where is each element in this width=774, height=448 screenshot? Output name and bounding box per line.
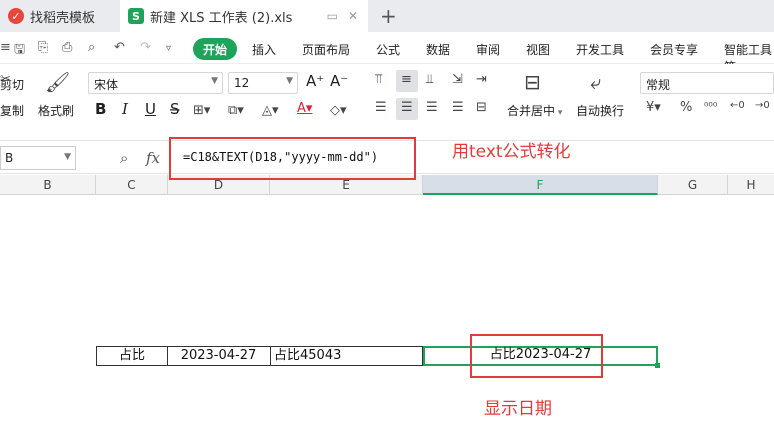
result-highlight-box [470, 334, 603, 378]
align-bottom-icon[interactable]: ⫫ [426, 72, 433, 87]
chevron-down-icon: ▼ [211, 76, 218, 86]
font-size-select[interactable]: 12 ▼ [228, 72, 298, 94]
menu-home[interactable]: 开始 [193, 38, 237, 60]
merge-center-icon[interactable]: ⊟ [524, 70, 541, 94]
align-right-icon[interactable]: ☰ [426, 100, 438, 115]
cut-button[interactable]: 剪切 [0, 76, 24, 93]
strikethrough-button[interactable]: S̶ [170, 100, 180, 118]
menu-icon[interactable]: ≡ [0, 40, 11, 55]
indent-icon[interactable]: ⇥ [476, 72, 487, 87]
close-tab-icon[interactable]: ✕ [348, 9, 358, 23]
cell-c18[interactable]: 占比 [96, 346, 168, 366]
column-header-c[interactable]: C [96, 175, 168, 195]
merge-center-button[interactable]: 合并居中 ▾ [507, 102, 562, 119]
daoke-logo-icon: ✓ [8, 8, 24, 24]
name-box[interactable]: B ▼ [0, 146, 76, 170]
menu-data[interactable]: 数据 [426, 41, 450, 58]
menu-bar: ≡ 🖫 ⎘ ⎙ ⌕ ↶ ↷ ▿ 开始 插入 页面布局 公式 数据 审阅 视图 开… [0, 32, 774, 74]
format-painter-icon[interactable]: 🖌 [45, 70, 70, 94]
chevron-down-icon: ▼ [64, 152, 71, 162]
tab-daoke-templates[interactable]: ✓ 找稻壳模板 [0, 0, 120, 32]
chevron-down-icon: ▼ [286, 76, 293, 86]
tab-label: 找稻壳模板 [30, 10, 96, 26]
decrease-decimal-icon[interactable]: →0 [755, 100, 770, 111]
tab-label: 新建 XLS 工作表 (2).xls [150, 10, 293, 26]
sheet-s-icon: S [128, 8, 144, 24]
menu-formulas[interactable]: 公式 [376, 41, 400, 58]
number-format-select[interactable]: 常规 [640, 72, 774, 94]
menu-member[interactable]: 会员专享 [650, 41, 698, 58]
formula-highlight-box [169, 137, 416, 180]
chevron-down-icon: ▾ [555, 108, 563, 118]
copy-button[interactable]: 复制 [0, 102, 24, 119]
menu-developer[interactable]: 开发工具 [576, 41, 624, 58]
export-icon[interactable]: ⎘ [38, 40, 48, 55]
tab-bar: ✓ 找稻壳模板 S 新建 XLS 工作表 (2).xls ▭ ✕ + [0, 0, 774, 32]
fill-handle[interactable] [655, 363, 660, 368]
font-name-select[interactable]: 宋体 ▼ [88, 72, 223, 94]
wrap-text-icon[interactable]: ⤶ [590, 70, 601, 94]
percent-icon[interactable]: % [680, 100, 692, 115]
font-color-icon[interactable]: A▾ [297, 101, 312, 116]
underline-button[interactable]: U [145, 100, 156, 118]
add-tab-icon[interactable]: + [380, 4, 397, 28]
justify-icon[interactable]: ☰ [452, 100, 464, 115]
print-icon[interactable]: ⎙ [62, 40, 72, 55]
align-left-icon[interactable]: ☰ [375, 100, 387, 115]
fill-color-icon[interactable]: ◬▾ [262, 103, 279, 118]
menu-page-layout[interactable]: 页面布局 [302, 41, 350, 58]
undo-icon[interactable]: ↶ [114, 40, 125, 55]
distributed-icon[interactable]: ⊟ [476, 100, 487, 115]
currency-icon[interactable]: ¥▾ [646, 100, 661, 115]
clear-format-icon[interactable]: ◇▾ [330, 103, 347, 118]
border-icon[interactable]: ⊞▾ [193, 103, 210, 118]
format-painter-button[interactable]: 格式刷 [38, 102, 74, 119]
tab-workbook[interactable]: S 新建 XLS 工作表 (2).xls ▭ ✕ [120, 0, 368, 32]
increase-font-icon[interactable]: A⁺ [306, 72, 324, 90]
align-top-icon[interactable]: ⫪ [375, 72, 382, 87]
zoom-icon[interactable]: ⌕ [120, 149, 128, 167]
fx-icon[interactable]: fx [146, 149, 160, 167]
align-middle-icon[interactable]: ≡ [401, 72, 412, 87]
cell-d18[interactable]: 2023-04-27 [167, 346, 271, 366]
redo-icon[interactable]: ↷ [140, 40, 151, 55]
window-restore-icon[interactable]: ▭ [327, 9, 338, 23]
menu-review[interactable]: 审阅 [476, 41, 500, 58]
save-icon[interactable]: 🖫 [14, 40, 25, 62]
align-center-icon[interactable]: ☰ [401, 100, 413, 115]
wrap-text-button[interactable]: 自动换行 [576, 102, 624, 119]
sheet-grid[interactable] [0, 196, 774, 448]
column-header-g[interactable]: G [658, 175, 728, 195]
ribbon: ✂ 剪切 复制 🖌 格式刷 宋体 ▼ 12 ▼ A⁺ A⁻ B I U S̶ ⊞… [0, 64, 774, 136]
increase-decimal-icon[interactable]: ←0 [730, 100, 745, 111]
orientation-icon[interactable]: ⇲ [452, 72, 463, 87]
cell-e18[interactable]: 占比45043 [270, 346, 423, 366]
cell-style-icon[interactable]: ⧉▾ [228, 103, 244, 118]
print-preview-icon[interactable]: ⌕ [88, 40, 95, 55]
italic-button[interactable]: I [122, 100, 128, 118]
column-header-h[interactable]: H [728, 175, 774, 195]
menu-view[interactable]: 视图 [526, 41, 550, 58]
column-header-f[interactable]: F [423, 175, 658, 195]
quick-access-more-icon[interactable]: ▿ [166, 43, 171, 54]
formula-annotation: 用text公式转化 [452, 142, 571, 162]
decrease-font-icon[interactable]: A⁻ [330, 72, 348, 90]
column-header-b[interactable]: B [0, 175, 96, 195]
thousands-icon[interactable]: ⁰⁰⁰ [704, 100, 717, 113]
menu-insert[interactable]: 插入 [252, 41, 276, 58]
bold-button[interactable]: B [95, 100, 106, 118]
result-annotation: 显示日期 [484, 399, 552, 419]
